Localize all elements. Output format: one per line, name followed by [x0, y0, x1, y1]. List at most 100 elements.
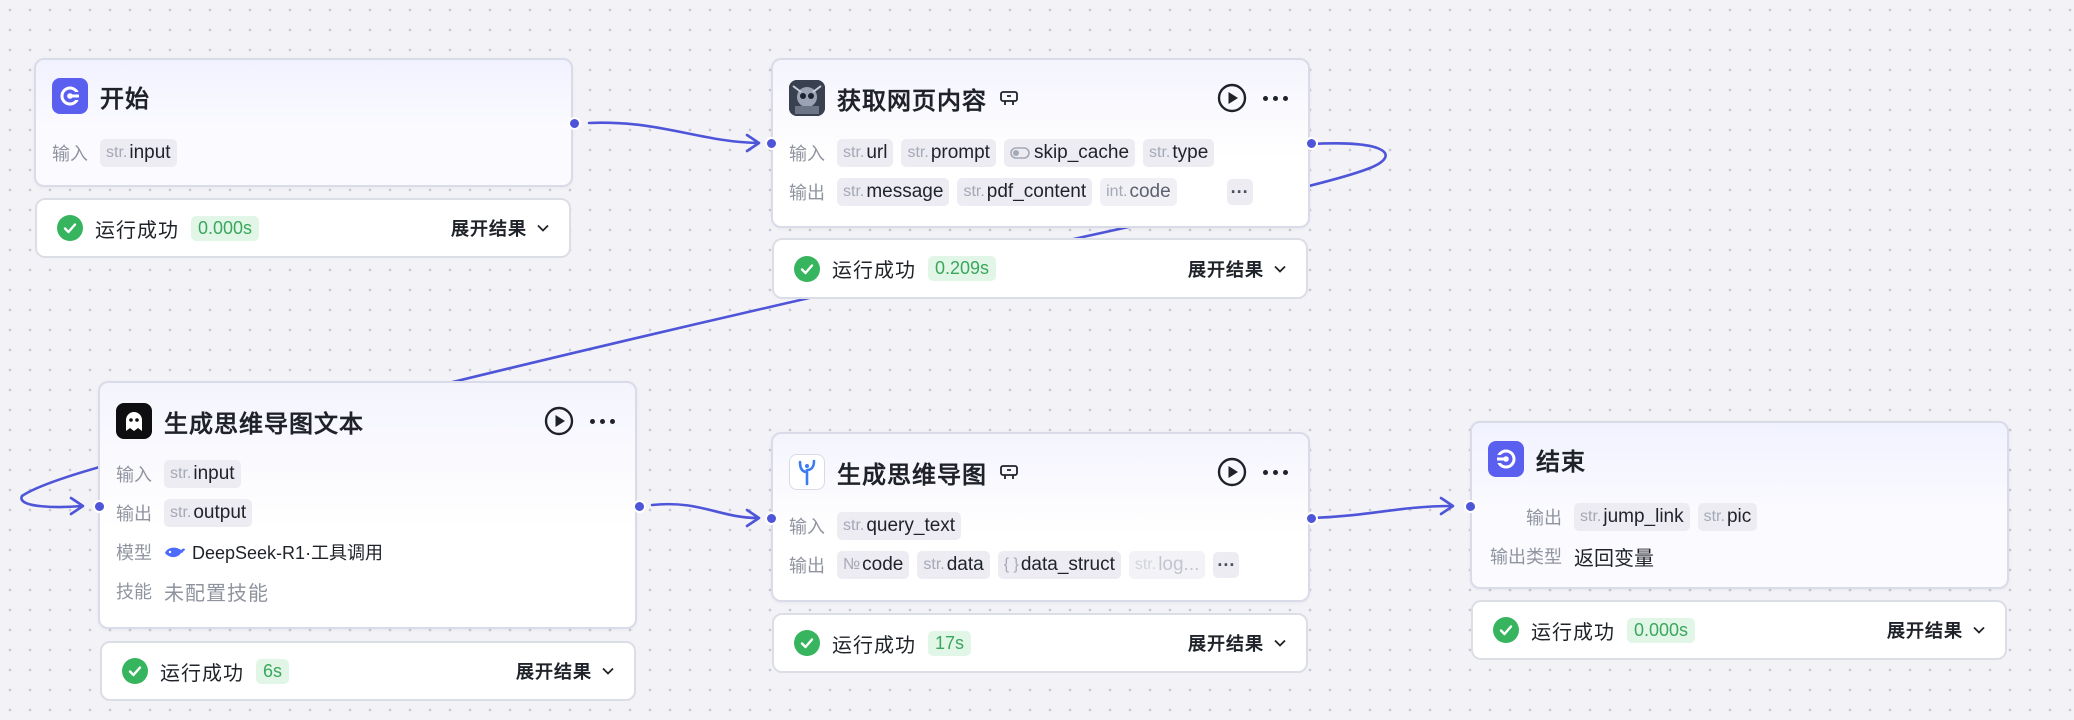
chevron-down-icon	[1274, 639, 1286, 647]
check-icon	[122, 658, 148, 684]
param-tag[interactable]: str. jump_link	[1574, 503, 1690, 531]
param-tag[interactable]: str. pic	[1697, 503, 1758, 531]
output-type-label: 输出类型	[1490, 547, 1562, 567]
node-title: 获取网页内容	[837, 87, 987, 115]
time-badge: 17s	[928, 630, 972, 656]
time-badge: 0.000s	[191, 215, 260, 241]
check-icon	[1493, 617, 1519, 643]
check-icon	[794, 255, 820, 282]
time-badge: 0.209s	[928, 256, 997, 281]
param-tag[interactable]: str. pdf_content	[957, 178, 1093, 206]
output-handle-mindtext[interactable]	[633, 500, 646, 513]
output-label: 输出	[1526, 508, 1562, 528]
check-icon	[57, 215, 83, 241]
run-test-button[interactable]	[543, 405, 575, 437]
output-row: 输出 str. jump_link str. pic	[1526, 502, 1765, 532]
input-handle-end[interactable]	[1464, 500, 1477, 513]
expand-results-button[interactable]: 展开结果	[451, 215, 549, 241]
param-tag[interactable]: str. input	[100, 139, 177, 167]
show-more-outputs-button[interactable]: ···	[1213, 552, 1240, 578]
mindmap-icon	[789, 454, 825, 490]
status-text: 运行成功	[160, 662, 244, 685]
status-bar-end: 运行成功 0.000s 展开结果	[1471, 600, 2007, 660]
input-row: 输入 str. input	[116, 459, 249, 489]
model-name: DeepSeek-R1·工具调用	[192, 543, 384, 563]
node-fetch-web-content[interactable]: 获取网页内容 输入 str. url str. prompt skip_cache …	[771, 58, 1310, 228]
time-badge: 6s	[256, 658, 290, 684]
deepseek-whale-icon	[165, 547, 185, 558]
model-label: 模型	[116, 543, 152, 563]
param-tag[interactable]: str. log...	[1128, 551, 1206, 579]
edge-start-to-fetch	[587, 121, 760, 145]
output-row: 输出 № code str. data { } data_struct str. log…	[789, 550, 1240, 580]
node-end[interactable]: 结束 输出 str. jump_link str. pic 输出类型 返回变量	[1470, 421, 2009, 589]
more-options-button[interactable]	[1258, 456, 1292, 488]
ghost-icon	[116, 403, 152, 439]
param-tag[interactable]: str. prompt	[901, 139, 996, 167]
input-handle-mindmap[interactable]	[765, 512, 778, 525]
chevron-down-icon	[1973, 626, 1985, 634]
param-tag[interactable]: { } data_struct	[997, 551, 1121, 579]
input-label: 输入	[52, 144, 88, 164]
library-icon	[1000, 465, 1018, 479]
expand-results-button[interactable]: 展开结果	[1887, 617, 1985, 643]
model-row: 模型 DeepSeek-R1·工具调用	[116, 537, 383, 567]
param-tag[interactable]: str. query_text	[837, 512, 962, 540]
output-handle-start[interactable]	[568, 117, 581, 130]
node-title: 生成思维导图文本	[164, 410, 364, 438]
node-start[interactable]: 开始 输入 str. input	[34, 58, 573, 187]
param-tag[interactable]: skip_cache	[1003, 139, 1136, 167]
node-generate-mindmap[interactable]: 生成思维导图 输入 str. query_text 输出 № code str. da…	[771, 432, 1310, 602]
param-tag[interactable]: str. output	[164, 499, 253, 527]
output-type-value: 返回变量	[1574, 547, 1654, 570]
param-tag[interactable]: int. code	[1100, 178, 1177, 206]
status-text: 运行成功	[95, 219, 179, 242]
start-icon	[52, 78, 88, 114]
output-handle-mindmap[interactable]	[1305, 512, 1318, 525]
param-tag[interactable]: str. data	[917, 551, 990, 579]
node-title: 生成思维导图	[837, 461, 987, 489]
run-test-button[interactable]	[1216, 456, 1248, 488]
status-text: 运行成功	[832, 260, 916, 282]
param-tag[interactable]: № code	[837, 551, 910, 579]
input-label: 输入	[789, 517, 825, 537]
input-handle-mindtext[interactable]	[93, 500, 106, 513]
output-row: 输出 str. message str. pdf_content int. code …	[789, 177, 1253, 207]
input-row: 输入 str. query_text	[789, 511, 969, 541]
show-more-outputs-button[interactable]: ···	[1226, 179, 1253, 205]
toggle-icon	[1010, 147, 1030, 159]
status-bar-start: 运行成功 0.000s 展开结果	[35, 198, 571, 258]
node-title: 开始	[100, 85, 150, 113]
param-tag[interactable]: str. message	[837, 178, 950, 206]
output-row: 输出 str. output	[116, 498, 260, 528]
end-icon	[1488, 441, 1524, 477]
output-label: 输出	[789, 183, 825, 203]
expand-results-button[interactable]: 展开结果	[1188, 630, 1286, 656]
node-title: 结束	[1536, 448, 1586, 476]
chevron-down-icon	[1274, 265, 1286, 273]
param-tag[interactable]: str. url	[837, 139, 894, 167]
param-tag[interactable]: str. input	[164, 460, 241, 488]
run-test-button[interactable]	[1216, 82, 1248, 114]
param-tag[interactable]: str. type	[1143, 139, 1215, 167]
expand-results-button[interactable]: 展开结果	[1188, 256, 1286, 282]
status-text: 运行成功	[1531, 621, 1615, 644]
status-text: 运行成功	[832, 634, 916, 657]
input-row: 输入 str. url str. prompt skip_cache str. typ…	[789, 138, 1222, 168]
output-label: 输出	[789, 556, 825, 576]
check-icon	[794, 630, 820, 656]
more-options-button[interactable]	[585, 405, 619, 437]
chevron-down-icon	[537, 224, 549, 232]
output-type-row: 输出类型 返回变量	[1490, 541, 1654, 571]
node-generate-mindmap-text[interactable]: 生成思维导图文本 输入 str. input 输出 str. output 模型 D…	[98, 381, 637, 629]
edge-mindmap-to-end	[1310, 504, 1454, 520]
input-handle-fetch[interactable]	[765, 137, 778, 150]
expand-results-button[interactable]: 展开结果	[516, 658, 614, 684]
chevron-down-icon	[602, 667, 614, 675]
output-handle-fetch[interactable]	[1305, 137, 1318, 150]
status-bar-mindmap: 运行成功 17s 展开结果	[772, 613, 1308, 673]
input-row: 输入 str. input	[52, 138, 185, 168]
status-bar-mindtext: 运行成功 6s 展开结果	[100, 641, 636, 701]
output-label: 输出	[116, 504, 152, 524]
more-options-button[interactable]	[1258, 82, 1292, 114]
